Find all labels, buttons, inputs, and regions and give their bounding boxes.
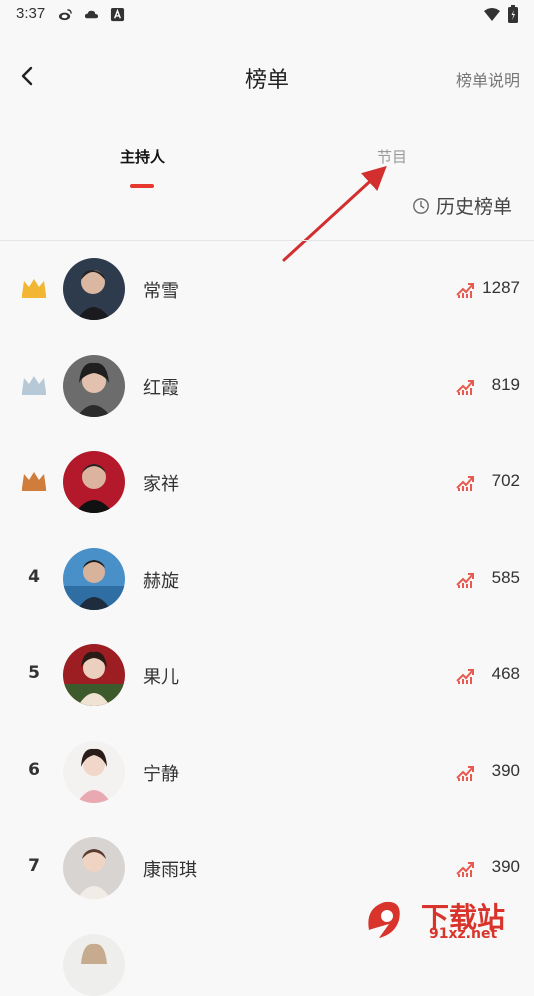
status-time: 3:37 [16, 5, 46, 22]
tab-indicator [130, 184, 154, 188]
host-name: 赫旋 [143, 570, 179, 592]
history-ranking-button[interactable]: 历史榜单 [412, 192, 512, 219]
host-name: 家祥 [143, 474, 179, 495]
avatar [63, 740, 125, 803]
rank-badge [18, 277, 50, 301]
header: 榜单 榜单说明 [0, 50, 534, 105]
tab-program[interactable]: 节目 [377, 146, 407, 167]
page-title: 榜单 [244, 68, 289, 93]
trending-up-icon [456, 765, 474, 781]
tab-host[interactable]: 主持人 [120, 146, 165, 167]
trending-up-icon [456, 572, 474, 588]
ranking-row[interactable]: 常雪 1287 [0, 241, 534, 338]
score: 1287 [482, 278, 520, 297]
tab-bar: 主持人 节目 [0, 140, 534, 190]
trending-up-icon [456, 379, 474, 395]
host-name: 康雨琪 [143, 860, 197, 881]
clock-icon [413, 197, 429, 214]
watermark-logo: 下载站 91xz.net [359, 890, 534, 950]
trending-up-icon [456, 669, 474, 684]
rank-number: 5 [28, 663, 40, 683]
host-name: 红霞 [143, 377, 179, 399]
rank-badge [18, 470, 50, 494]
avatar [63, 837, 125, 899]
avatar [63, 644, 125, 706]
silver-crown-icon [22, 375, 46, 395]
ranking-row[interactable]: 红霞 819 [0, 338, 534, 435]
avatar [63, 354, 125, 417]
history-ranking-label: 历史榜单 [435, 196, 512, 218]
trending-up-icon [456, 476, 474, 491]
bronze-crown-icon [22, 472, 46, 491]
score: 585 [491, 567, 520, 587]
score: 702 [491, 471, 520, 490]
ranking-row[interactable]: 4 赫旋 585 [0, 531, 534, 628]
avatar [63, 933, 125, 996]
cloud-icon [84, 10, 99, 19]
gold-crown-icon [22, 279, 46, 298]
watermark-url: 91xz.net [429, 926, 498, 942]
status-bar: 3:37 [0, 0, 534, 30]
host-name: 果儿 [143, 667, 179, 688]
rank-badge [18, 374, 50, 398]
score: 819 [491, 374, 520, 394]
ranking-row[interactable]: 家祥 702 [0, 434, 534, 531]
trending-up-icon [456, 283, 474, 298]
rank-number: 7 [28, 856, 40, 876]
score: 390 [491, 857, 520, 876]
host-name: 常雪 [143, 281, 179, 302]
host-name: 宁静 [143, 763, 179, 785]
wifi-icon [484, 8, 500, 21]
avatar [63, 258, 125, 320]
avatar [63, 547, 125, 610]
weibo-icon [58, 9, 72, 21]
rank-number: 4 [28, 566, 40, 587]
avatar [63, 451, 125, 513]
rules-link[interactable]: 榜单说明 [456, 67, 520, 91]
text-a-icon [110, 7, 125, 22]
score: 468 [491, 664, 520, 683]
ranking-row[interactable]: 6 宁静 390 [0, 724, 534, 821]
trending-up-icon [456, 862, 474, 877]
ranking-row[interactable]: 5 果儿 468 [0, 627, 534, 724]
battery-icon [508, 5, 518, 23]
score: 390 [491, 760, 520, 780]
rank-number: 6 [28, 759, 40, 780]
ranking-list: 常雪 1287 红霞 819 家祥 702 4 赫旋 585 5 果儿 468 … [0, 241, 534, 996]
